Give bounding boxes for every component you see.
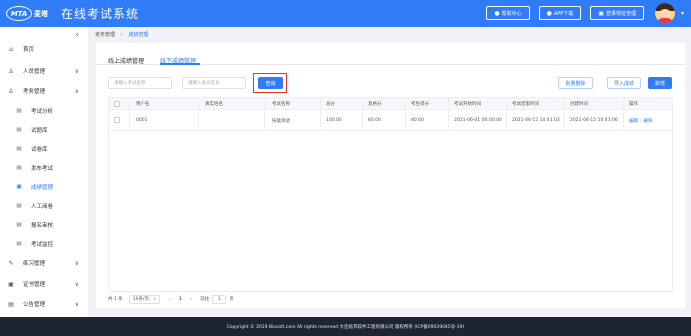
login-address-button[interactable]: ▣ 登录地址管理	[590, 6, 644, 20]
address-icon: ▣	[598, 9, 604, 17]
help-center-button[interactable]: ● 帮助中心	[486, 6, 530, 20]
breadcrumb-current: 成绩管理	[128, 32, 149, 38]
cell-start-time: 2021-06-01 00:00:00	[454, 118, 502, 123]
column-header: 考试名称	[272, 102, 290, 107]
column-header: 真实姓名	[205, 102, 223, 107]
score-table: 用户名 真实姓名 考试名称 总分 及格分 考生得分 考试开始时间 考试结束时间 …	[108, 97, 673, 292]
document-icon: ▤	[16, 146, 22, 152]
total-count: 共 1 条	[108, 297, 123, 302]
sidebar-item-practice[interactable]: ✎ 练习管理 ∨	[0, 256, 88, 270]
sidebar-item-announcement[interactable]: ▤ 公告管理 ∨	[0, 297, 88, 311]
cell-exam-name: 技能测试	[272, 119, 290, 124]
delete-link[interactable]: 删除	[644, 119, 653, 124]
avatar-dropdown-icon[interactable]: ▾	[681, 10, 684, 17]
select-all-checkbox[interactable]	[114, 101, 120, 107]
edit-link[interactable]: 编辑	[629, 119, 638, 124]
collapse-sidebar-icon[interactable]: ‹	[75, 30, 79, 40]
chevron-down-icon: ∨	[74, 67, 79, 75]
cell-pass-score: 60.00	[368, 118, 381, 123]
cell-actions: 编辑 | 删除	[629, 119, 653, 124]
footer: Copyright © 2019 Biosoft.com All rights …	[0, 317, 691, 336]
tab-bar: 线上成绩管理 线下成绩管理	[96, 43, 685, 65]
cell-created-time: 2021-06-15 10:41:06	[570, 118, 618, 123]
score-icon: ▣	[16, 184, 22, 190]
chevron-down-icon: ∨	[152, 296, 157, 302]
exam-name-input[interactable]: 请输入考试名称	[108, 77, 172, 89]
cell-total-score: 100.00	[326, 118, 342, 123]
sidebar-item-exam-analysis[interactable]: ▤ 考试分析	[0, 104, 88, 118]
id-number-input[interactable]: 请输入身份证号	[182, 77, 246, 89]
breadcrumb-separator: >	[119, 32, 124, 38]
batch-delete-button[interactable]: 批量删除	[558, 77, 593, 89]
logo: MTA 麦塔	[6, 6, 48, 21]
logo-text: 麦塔	[34, 9, 48, 18]
cell-username: 0001	[136, 118, 148, 123]
chevron-down-icon: ∨	[74, 300, 79, 308]
chevron-down-icon: ∨	[74, 280, 79, 288]
column-header: 考试结束时间	[512, 102, 539, 107]
add-button[interactable]: 新增	[648, 77, 672, 89]
column-header: 操作	[629, 102, 638, 107]
column-header: 考试开始时间	[454, 102, 481, 107]
logo-mark: MTA	[6, 6, 32, 21]
page-size-select[interactable]: 10条/页 ∨	[128, 294, 161, 304]
query-button[interactable]: 查询	[258, 77, 283, 89]
sidebar-item-score-management[interactable]: ▣ 成绩管理	[0, 180, 88, 194]
table-header: 用户名 真实姓名 考试名称 总分 及格分 考生得分 考试开始时间 考试结束时间 …	[109, 98, 672, 110]
goto-page-input[interactable]: 1	[212, 294, 227, 304]
sidebar-item-certificate[interactable]: ▣ 证书管理 ∨	[0, 277, 88, 291]
goto-label: 前往	[200, 297, 210, 302]
column-header: 用户名	[136, 102, 150, 107]
announcement-icon: ▤	[8, 300, 14, 308]
breadcrumb: 考务管理 > 成绩管理	[95, 31, 148, 38]
cell-score: 80.00	[411, 118, 424, 123]
active-tab-indicator	[160, 63, 200, 65]
certificate-icon: ▣	[8, 280, 14, 288]
document-icon: ▤	[16, 127, 22, 133]
main-panel: 线上成绩管理 线下成绩管理 请输入考试名称 请输入身份证号 查询 批量删除 导入…	[96, 43, 685, 308]
sidebar-item-personnel[interactable]: ♙ 人员管理 ∨	[0, 64, 88, 78]
column-header: 总分	[326, 102, 335, 107]
home-icon: ⌂	[9, 45, 13, 53]
goto-suffix: 页	[229, 297, 234, 302]
sidebar-item-paper-bank[interactable]: ▤ 试卷库	[0, 142, 88, 156]
table-row: 0001 技能测试 100.00 60.00 80.00 2021-06-01 …	[109, 110, 672, 131]
app-download-button[interactable]: ● APP下载	[538, 6, 582, 20]
app-title: 在线考试系统	[61, 7, 140, 21]
document-icon: ▤	[16, 241, 22, 247]
tab-online-scores[interactable]: 线上成绩管理	[108, 56, 144, 65]
chevron-up-icon: ∧	[74, 87, 79, 95]
import-scores-button[interactable]: 导入成绩	[607, 77, 641, 89]
pencil-icon: ✎	[8, 259, 14, 267]
document-icon: ▤	[16, 165, 22, 171]
next-page-icon[interactable]: ›	[190, 296, 192, 303]
document-icon: ▤	[16, 203, 22, 209]
avatar[interactable]	[655, 3, 675, 23]
download-icon: ●	[546, 9, 552, 17]
document-icon: ▤	[16, 108, 22, 114]
sidebar-item-manual-grading[interactable]: ▤ 人工阅卷	[0, 199, 88, 213]
column-header: 创建时间	[570, 102, 588, 107]
cell-end-time: 2021-06-15 10:41:03	[512, 118, 560, 123]
row-checkbox[interactable]	[114, 117, 120, 123]
sidebar: ‹ ⌂ 首页 ♙ 人员管理 ∨ ♙ 考务管理 ∧ ▤ 考试分析 ▤ 试题库 ▤ 试卷库 ▤ 发布考…	[0, 27, 88, 317]
help-icon: ●	[494, 9, 500, 17]
column-header: 考生得分	[411, 102, 429, 107]
sidebar-item-registration-review[interactable]: ▤ 报名审核	[0, 218, 88, 232]
sidebar-item-exam-affairs[interactable]: ♙ 考务管理 ∧	[0, 84, 88, 98]
prev-page-icon[interactable]: ‹	[168, 296, 170, 303]
breadcrumb-parent[interactable]: 考务管理	[95, 32, 115, 38]
document-icon: ▤	[16, 222, 22, 228]
sidebar-item-exam-monitor[interactable]: ▤ 考试监控	[0, 237, 88, 251]
sidebar-item-home[interactable]: ⌂ 首页	[0, 42, 88, 56]
sidebar-item-publish-exam[interactable]: ▤ 发布考试	[0, 161, 88, 175]
chevron-down-icon: ∨	[74, 259, 79, 267]
user-icon: ♙	[8, 67, 14, 75]
top-header: MTA 麦塔 在线考试系统 ● 帮助中心 ● APP下载 ▣ 登录地址管理 ▾	[0, 0, 691, 27]
user-icon: ♙	[8, 87, 14, 95]
page-number[interactable]: 1	[179, 297, 182, 302]
sidebar-item-question-bank[interactable]: ▤ 试题库	[0, 123, 88, 137]
column-header: 及格分	[368, 102, 382, 107]
pagination: 共 1 条 10条/页 ∨ ‹ 1 › 前往 1 页	[108, 293, 234, 305]
